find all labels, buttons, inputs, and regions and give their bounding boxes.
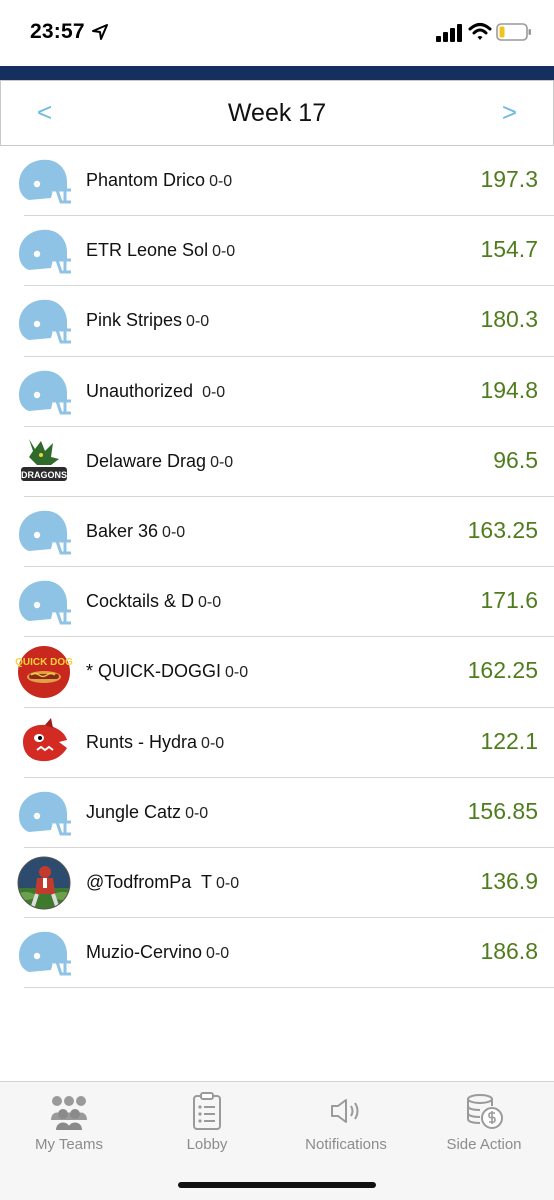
helmet-icon [19,370,71,415]
team-record: 0-0 [202,383,226,401]
team-record: 0-0 [215,874,240,892]
team-name: Pink Stripes 0-0 [86,310,209,331]
team-score: 163.25 [467,516,538,543]
team-score: 122.1 [480,727,538,754]
quick-dog-logo-icon: QUICK DOG [15,646,73,699]
location-arrow-icon [92,24,108,40]
team-record: 0-0 [210,453,234,471]
tab-my-teams[interactable]: My Teams [0,1082,138,1172]
team-name: * QUICK-DOGGI 0-0 [86,661,248,682]
team-score: 96.5 [493,446,538,473]
tab-label: Notifications [305,1136,387,1153]
tab-lobby[interactable]: Lobby [138,1082,276,1172]
status-bar: 23:57 [0,0,554,66]
team-name: ETR Leone Sol 0-0 [86,240,235,261]
team-name-text: Baker 36 [86,520,159,541]
red-mascot-logo-icon [23,717,67,761]
team-score: 154.7 [480,236,538,263]
team-score: 186.8 [480,938,538,965]
team-name: Jungle Catz 0-0 [86,802,208,823]
team-list: Phantom Drico 0-0 197.3 ETR Leone Sol 0-0 … [0,146,554,989]
nav-strip [0,66,554,80]
dragons-logo-text: DRAGONS [21,470,67,480]
tab-label: Lobby [186,1136,228,1153]
team-name-text: * QUICK-DOGGI [86,661,222,682]
team-score: 136.9 [480,867,538,894]
team-name: Unauthorized 0-0 [86,381,225,402]
helmet-icon [19,229,71,274]
helmet-icon [19,580,71,625]
tab-side-action[interactable]: Side Action [415,1082,553,1172]
helmet-icon [19,510,71,555]
football-player-avatar-icon [17,856,71,910]
team-row[interactable]: Unauthorized 0-0 194.8 [0,357,554,427]
tab-label: My Teams [34,1136,104,1153]
team-record: 0-0 [206,945,230,963]
team-row[interactable]: QUICK DOG * QUICK-DOGGI 0-0 162.25 [0,637,554,708]
helmet-icon [19,791,71,836]
team-record: 0-0 [162,523,186,541]
signal-bars-icon [436,24,462,42]
team-row[interactable]: @TodfromPa T 0-0 136.9 [0,848,554,919]
tab-notifications[interactable]: Notifications [277,1082,415,1172]
team-name-text: Muzio-Cervino [86,942,203,963]
helmet-icon [19,931,71,976]
team-name: Muzio-Cervino 0-0 [86,942,229,963]
next-week-button[interactable]: > [502,97,517,128]
team-name: @TodfromPa T 0-0 [86,872,239,893]
team-score: 156.85 [467,797,538,824]
status-time: 23:57 [30,20,85,43]
team-name-text: Pink Stripes [86,310,183,331]
team-name-text: Runts - Hydra [86,731,198,752]
team-row[interactable]: ETR Leone Sol 0-0 154.7 [0,216,554,287]
dragons-logo-icon: DRAGONS [21,438,67,481]
team-score: 194.8 [480,376,538,403]
team-score: 197.3 [480,166,538,192]
team-name: Delaware Drag 0-0 [86,451,233,472]
team-row[interactable]: Jungle Catz 0-0 156.85 [0,778,554,849]
team-score: 171.6 [480,587,538,614]
team-name: Phantom Drico 0-0 [86,170,232,191]
team-row[interactable]: Pink Stripes 0-0 180.3 [0,286,554,357]
team-name: Runts - Hydra 0-0 [86,732,224,753]
team-row[interactable]: Baker 36 0-0 163.25 [0,497,554,568]
team-row[interactable]: Muzio-Cervino 0-0 186.8 [0,918,554,989]
team-name-text: Cocktails & D [86,591,195,612]
week-title: Week 17 [227,99,327,127]
team-name-text: Jungle Catz [86,801,182,822]
helmet-icon [19,300,71,344]
team-row[interactable]: Phantom Drico 0-0 197.3 [0,146,554,217]
team-record: 0-0 [212,243,236,261]
team-name-text: Phantom Drico [86,170,206,190]
tab-label: Side Action [446,1136,522,1153]
team-record: 0-0 [209,173,233,190]
team-name: Cocktails & D 0-0 [86,591,221,612]
team-record: 0-0 [225,664,249,682]
clipboard-list-icon [193,1092,221,1130]
team-record: 0-0 [185,804,209,822]
team-score: 162.25 [467,657,538,684]
quick-dog-logo-text: QUICK DOG [15,657,73,668]
team-name-text: ETR Leone Sol [86,240,209,261]
home-indicator [178,1182,376,1188]
team-name-text: Delaware Drag [86,450,207,471]
team-record: 0-0 [198,594,222,612]
team-record: 0-0 [186,313,210,331]
coins-dollar-icon [467,1094,503,1129]
team-row[interactable]: DRAGONS Delaware Drag 0-0 96.5 [0,427,554,498]
wifi-icon [468,23,492,40]
team-record: 0-0 [201,734,225,752]
team-name: Baker 36 0-0 [86,521,185,542]
people-group-icon [51,1096,87,1130]
speaker-icon [331,1099,359,1123]
helmet-icon [19,159,71,204]
team-row[interactable]: Cocktails & D 0-0 171.6 [0,567,554,638]
battery-low-icon [496,23,531,41]
team-name-text: Unauthorized [86,380,199,401]
team-row[interactable]: Runts - Hydra 0-0 122.1 [0,708,554,778]
team-name-text: @TodfromPa T [86,871,212,892]
team-score: 180.3 [480,306,538,333]
week-selector: < Week 17 > [0,80,554,146]
